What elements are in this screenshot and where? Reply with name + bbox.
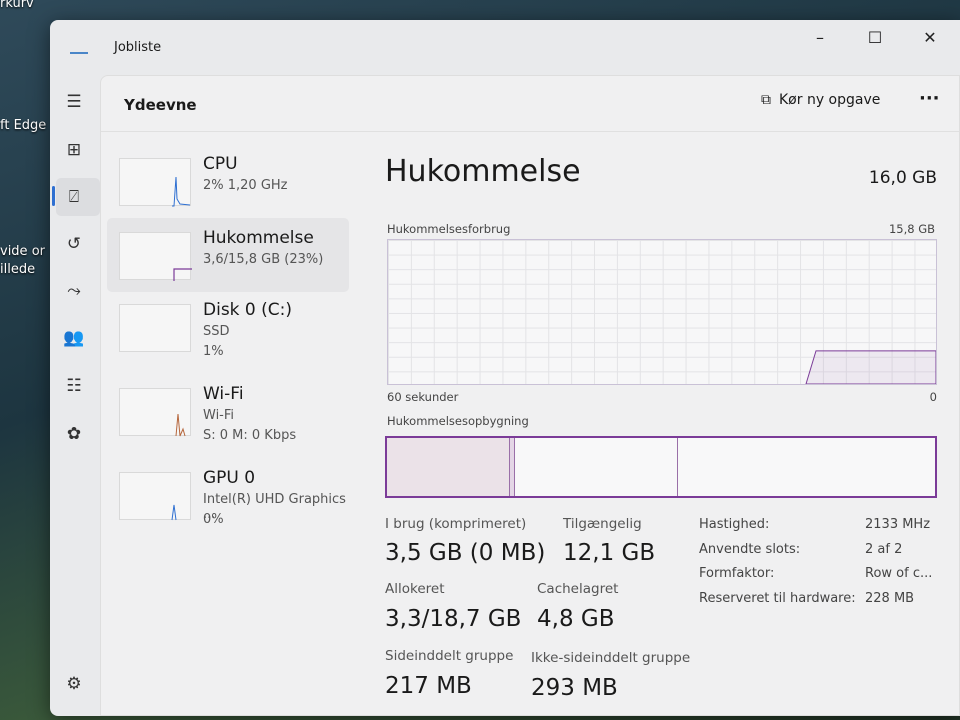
close-button[interactable]: ✕: [915, 28, 945, 47]
usage-graph-max: 15,8 GB: [888, 222, 935, 236]
prop-key: Reserveret til hardware:: [699, 591, 856, 606]
device-name: CPU: [203, 154, 238, 174]
stat-value: 217 MB: [385, 673, 472, 699]
total-capacity: 16,0 GB: [868, 168, 937, 188]
device-name: Wi-Fi: [203, 384, 244, 404]
device-item-wifi[interactable]: Wi-Fi Wi-Fi S: 0 M: 0 Kbps: [107, 374, 349, 448]
hamburger-menu-icon[interactable]: ☰: [62, 92, 86, 116]
graph-zero-label: 0: [929, 390, 937, 404]
users-icon[interactable]: 👥: [62, 328, 86, 352]
device-name: Hukommelse: [203, 228, 314, 248]
composition-label: Hukommelsesopbygning: [387, 414, 529, 428]
task-manager-window: Jobliste – ☐ ✕ ☰ ⊞ ⍁ ↺ ⤳ 👥 ☷ ✿ ⚙ Ydeevne…: [50, 20, 960, 716]
run-new-task-button[interactable]: ⧉ Kør ny opgave: [761, 92, 880, 108]
stat-value: 293 MB: [531, 675, 618, 701]
stat-label: I brug (komprimeret): [385, 516, 527, 532]
title-bar[interactable]: Jobliste – ☐ ✕: [50, 20, 960, 75]
desktop-icon-label: vide or: [0, 244, 45, 259]
memory-composition-bar: [385, 436, 937, 498]
free-segment: [678, 438, 935, 496]
prop-key: Formfaktor:: [699, 566, 775, 581]
maximize-button[interactable]: ☐: [860, 28, 890, 47]
window-title: Jobliste: [114, 40, 162, 55]
device-stats: 2% 1,20 GHz: [203, 178, 288, 193]
prop-value: 228 MB: [865, 591, 915, 606]
device-item-memory[interactable]: Hukommelse 3,6/15,8 GB (23%): [107, 218, 349, 292]
prop-key: Hastighed:: [699, 517, 770, 532]
stat-value: 3,5 GB (0 MB): [385, 540, 546, 566]
new-task-icon: ⧉: [761, 92, 771, 108]
desktop-icon-label: rkurv: [0, 0, 34, 11]
run-new-task-label: Kør ny opgave: [779, 92, 881, 108]
time-span-label: 60 sekunder: [387, 390, 459, 404]
device-stats: S: 0 M: 0 Kbps: [203, 428, 297, 443]
stat-value: 3,3/18,7 GB: [385, 606, 522, 632]
device-type: SSD: [203, 324, 230, 339]
device-model: Intel(R) UHD Graphics ...: [203, 492, 346, 522]
device-stats: 0%: [203, 512, 224, 527]
selection-indicator: [52, 186, 55, 206]
disk-thumbnail-graph: [119, 304, 191, 352]
device-item-disk[interactable]: Disk 0 (C:) SSD 1%: [107, 290, 349, 364]
cpu-thumbnail-graph: [119, 158, 191, 207]
page-title: Ydeevne: [124, 96, 197, 114]
stat-label: Allokeret: [385, 581, 445, 597]
detail-title: Hukommelse: [385, 154, 581, 189]
standby-segment: [515, 438, 678, 496]
desktop-icon-label: illede: [0, 262, 36, 277]
memory-usage-line: [805, 350, 936, 384]
stat-label: Tilgængelig: [563, 516, 642, 532]
usage-graph-label: Hukommelsesforbrug: [387, 222, 511, 236]
startup-apps-icon[interactable]: ⤳: [62, 281, 86, 305]
content-pane: Ydeevne ⧉ Kør ny opgave ··· CPU 2% 1,20 G…: [100, 75, 960, 716]
gpu-thumbnail-graph: [119, 472, 191, 521]
processes-icon[interactable]: ⊞: [62, 140, 86, 164]
more-options-button[interactable]: ···: [919, 88, 940, 109]
stat-value: 4,8 GB: [537, 606, 615, 632]
device-name: Disk 0 (C:): [203, 300, 293, 320]
prop-value: 2133 MHz: [865, 517, 931, 532]
memory-usage-graph: [387, 239, 937, 385]
device-item-gpu[interactable]: GPU 0 Intel(R) UHD Graphics ... 0%: [107, 458, 359, 532]
stat-label: Ikke-sideinddelt gruppe: [531, 650, 691, 666]
stat-label: Sideinddelt gruppe: [385, 648, 514, 664]
task-manager-icon: [70, 42, 88, 54]
stat-label: Cachelagret: [537, 581, 619, 597]
desktop-icon-edge[interactable]: ft Edge: [0, 118, 46, 133]
prop-value: Row of c...: [865, 566, 933, 581]
stat-value: 12,1 GB: [563, 540, 656, 566]
details-icon[interactable]: ☷: [62, 376, 86, 400]
prop-value: 2 af 2: [865, 542, 903, 557]
device-item-cpu[interactable]: CPU 2% 1,20 GHz: [107, 144, 349, 218]
wifi-thumbnail-graph: [119, 388, 191, 437]
device-stats: 3,6/15,8 GB (23%): [203, 252, 324, 267]
prop-key: Anvendte slots:: [699, 542, 801, 557]
device-type: Wi-Fi: [203, 408, 235, 423]
memory-thumbnail-graph: [119, 232, 192, 281]
in-use-segment: [387, 438, 510, 496]
device-name: GPU 0: [203, 468, 256, 488]
app-history-icon[interactable]: ↺: [62, 234, 86, 258]
device-stats: 1%: [203, 344, 224, 359]
page-header: Ydeevne ⧉ Kør ny opgave ···: [101, 76, 959, 132]
services-icon[interactable]: ✿: [62, 424, 86, 448]
minimize-button[interactable]: –: [805, 28, 835, 47]
settings-gear-icon[interactable]: ⚙: [62, 674, 86, 698]
performance-icon[interactable]: ⍁: [62, 187, 86, 211]
